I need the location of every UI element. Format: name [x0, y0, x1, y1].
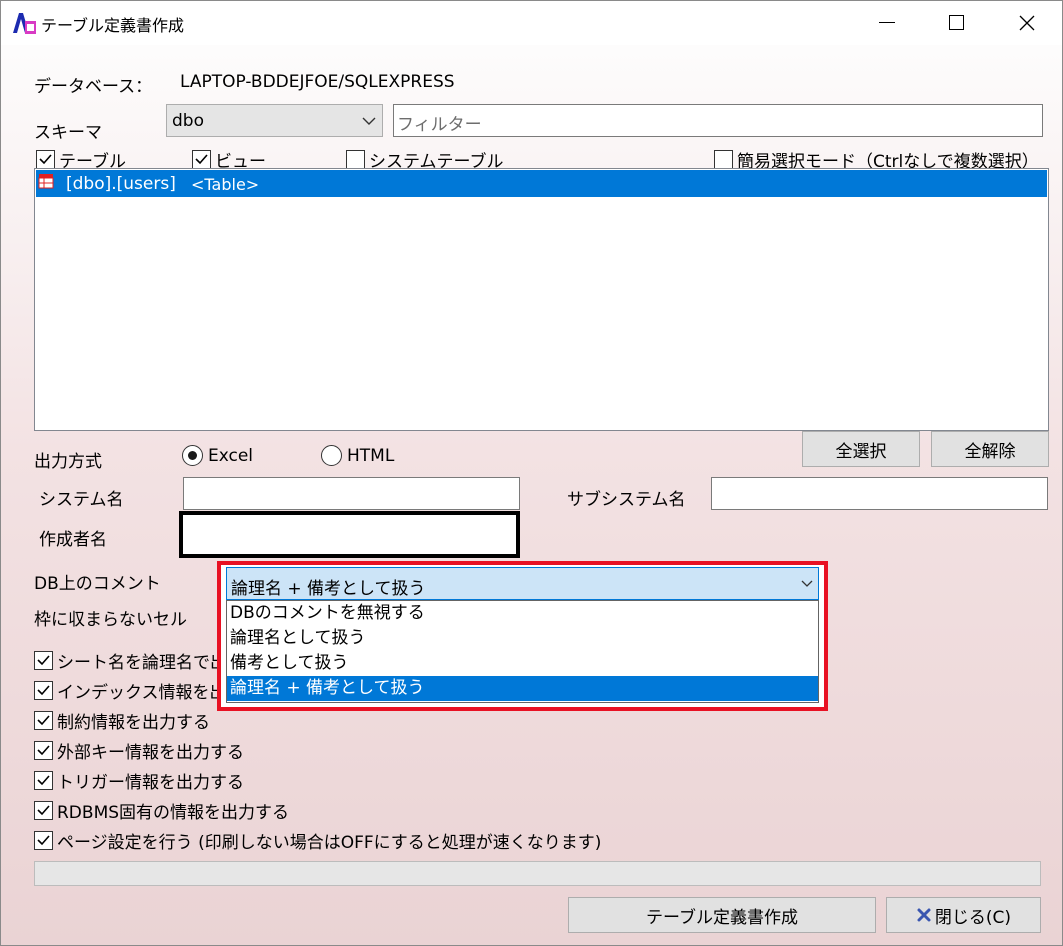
create-definition-button[interactable]: テーブル定義書作成: [568, 897, 876, 933]
object-list[interactable]: [dbo].[users] <Table>: [34, 168, 1049, 431]
radio-indicator: [321, 445, 342, 466]
chevron-down-icon: [362, 117, 376, 125]
subsystem-name-input[interactable]: [711, 477, 1048, 510]
list-item-name: [dbo].[users]: [66, 174, 176, 194]
chevron-down-icon: [801, 580, 813, 587]
minimize-icon: [879, 22, 895, 23]
check-icon: [37, 835, 50, 846]
list-item[interactable]: [dbo].[users] <Table>: [36, 170, 1047, 197]
option-label: RDBMS固有の情報を出力する: [57, 803, 290, 823]
check-icon: [39, 154, 52, 165]
option-label: インデックス情報を出力: [57, 683, 244, 703]
db-comment-label: DB上のコメント: [34, 574, 161, 594]
window-title: テーブル定義書作成: [41, 16, 185, 35]
close-x-icon: [917, 908, 931, 922]
option-page-setup-checkbox[interactable]: ページ設定を行う (印刷しない場合はOFFにすると処理が速くなります): [34, 828, 601, 853]
author-name-label: 作成者名: [39, 530, 107, 550]
select-all-button[interactable]: 全選択: [802, 431, 920, 467]
db-comment-dropdown-list: DBのコメントを無視する 論理名として扱う 備考として扱う 論理名 + 備考とし…: [226, 600, 819, 703]
option-sheet-logical-name-checkbox[interactable]: シート名を論理名で出: [34, 648, 227, 673]
option-label: 制約情報を出力する: [57, 713, 210, 733]
checkbox-box: [714, 150, 733, 169]
radio-selected-indicator: [182, 445, 203, 466]
schema-select[interactable]: dbo: [166, 104, 383, 137]
output-method-label: 出力方式: [34, 452, 102, 472]
schema-label: スキーマ: [34, 123, 102, 143]
check-icon: [37, 685, 50, 696]
list-item-type: <Table>: [191, 175, 260, 194]
table-icon: [38, 174, 54, 189]
minimize-button[interactable]: [853, 0, 921, 45]
database-label: データベース：: [34, 77, 153, 97]
checkbox-box: [34, 831, 53, 850]
checkbox-box: [34, 711, 53, 730]
check-icon: [37, 655, 50, 666]
app-icon: [11, 11, 37, 35]
checkbox-box: [36, 150, 55, 169]
checkbox-box: [34, 651, 53, 670]
close-button-label: 閉じる(C): [934, 907, 1012, 928]
checkbox-box: [34, 771, 53, 790]
option-label: トリガー情報を出力する: [57, 773, 244, 793]
output-excel-radio[interactable]: Excel: [182, 445, 253, 466]
database-value: LAPTOP-BDDEJFOE/SQLEXPRESS: [180, 72, 455, 92]
checkbox-box: [192, 150, 211, 169]
checkbox-box: [34, 681, 53, 700]
db-comment-selected-value: 論理名 + 備考として扱う: [231, 579, 426, 599]
checkbox-box: [34, 801, 53, 820]
option-label: シート名を論理名で出: [57, 653, 227, 673]
output-html-radio[interactable]: HTML: [321, 445, 394, 466]
progress-bar: [34, 861, 1041, 886]
dropdown-option[interactable]: DBのコメントを無視する: [227, 601, 818, 626]
option-index-info-checkbox[interactable]: インデックス情報を出力: [34, 678, 244, 703]
dropdown-option[interactable]: 論理名として扱う: [227, 626, 818, 651]
check-icon: [37, 775, 50, 786]
option-trigger-info-checkbox[interactable]: トリガー情報を出力する: [34, 768, 244, 793]
option-constraint-info-checkbox[interactable]: 制約情報を出力する: [34, 708, 210, 733]
maximize-icon: [948, 15, 964, 30]
deselect-all-button[interactable]: 全解除: [931, 431, 1049, 467]
dropdown-option-highlighted[interactable]: 論理名 + 備考として扱う: [227, 676, 818, 701]
output-html-label: HTML: [347, 445, 395, 466]
db-comment-select[interactable]: 論理名 + 備考として扱う: [226, 567, 819, 600]
option-foreign-key-info-checkbox[interactable]: 外部キー情報を出力する: [34, 738, 244, 763]
close-icon: [1019, 15, 1035, 30]
filter-input[interactable]: フィルター: [393, 104, 1043, 137]
highlight-frame: 論理名 + 備考として扱う DBのコメントを無視する 論理名として扱う 備考とし…: [217, 561, 828, 711]
check-icon: [37, 715, 50, 726]
option-rdbms-info-checkbox[interactable]: RDBMS固有の情報を出力する: [34, 798, 289, 823]
close-window-button[interactable]: [993, 0, 1061, 45]
check-icon: [37, 805, 50, 816]
check-icon: [195, 154, 208, 165]
option-label: 外部キー情報を出力する: [57, 743, 244, 763]
schema-selected-value: dbo: [172, 111, 204, 131]
output-excel-label: Excel: [208, 445, 254, 466]
author-name-input[interactable]: [179, 511, 520, 558]
title-bar: テーブル定義書作成: [0, 0, 1063, 45]
close-button[interactable]: 閉じる(C): [886, 897, 1041, 933]
checkbox-box: [346, 150, 365, 169]
check-icon: [37, 745, 50, 756]
system-name-input[interactable]: [183, 477, 520, 510]
subsystem-name-label: サブシステム名: [567, 490, 686, 510]
dropdown-option[interactable]: 備考として扱う: [227, 651, 818, 676]
filter-placeholder: フィルター: [397, 115, 482, 135]
overflow-cell-label: 枠に収まらないセル: [34, 610, 187, 630]
checkbox-box: [34, 741, 53, 760]
maximize-button[interactable]: [922, 0, 990, 45]
system-name-label: システム名: [39, 490, 124, 510]
option-label: ページ設定を行う (印刷しない場合はOFFにすると処理が速くなります): [57, 833, 602, 853]
